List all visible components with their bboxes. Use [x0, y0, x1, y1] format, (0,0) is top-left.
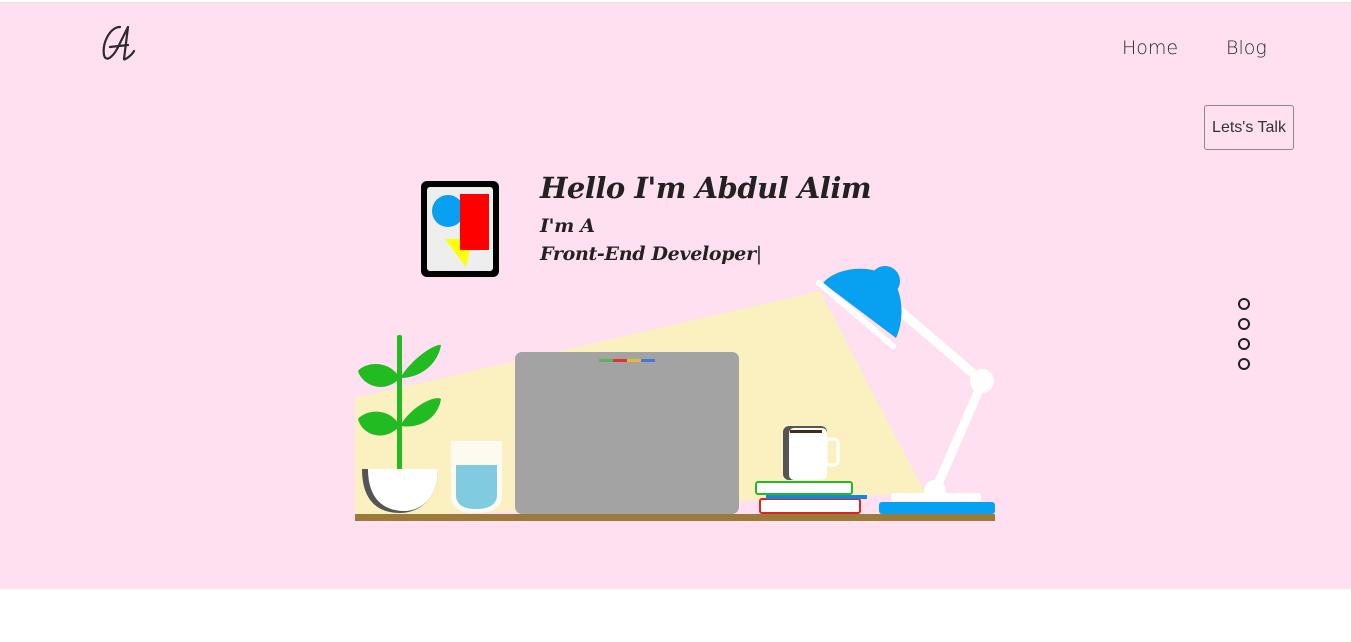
slider-dot[interactable]: [1238, 298, 1250, 310]
water-glass-icon: [451, 441, 502, 513]
hero-section: Home Blog Lets's Talk Hello I'm Abdul Al…: [0, 2, 1351, 589]
books-icon: [755, 481, 867, 514]
slider-dots: [1238, 298, 1250, 378]
typing-cursor: |: [755, 243, 762, 265]
hero-title: Hello I'm Abdul Alim: [540, 171, 872, 205]
site-logo[interactable]: [98, 21, 138, 63]
laptop-icon: [515, 352, 739, 514]
slider-dot[interactable]: [1238, 338, 1250, 350]
desk-illustration: [355, 181, 995, 521]
picture-frame-icon: [421, 181, 499, 277]
nav-blog-link[interactable]: Blog: [1226, 37, 1267, 59]
desk-shelf: [355, 514, 995, 521]
lets-talk-button[interactable]: Lets's Talk: [1204, 105, 1294, 150]
hero-subtitle-line1: I'm A: [540, 215, 595, 237]
typed-role: Front-End Developer: [540, 243, 756, 265]
hero-role-text: Front-End Developer|: [540, 243, 762, 265]
slider-dot[interactable]: [1238, 318, 1250, 330]
nav-home-link[interactable]: Home: [1122, 37, 1178, 59]
slider-dot[interactable]: [1238, 358, 1250, 370]
